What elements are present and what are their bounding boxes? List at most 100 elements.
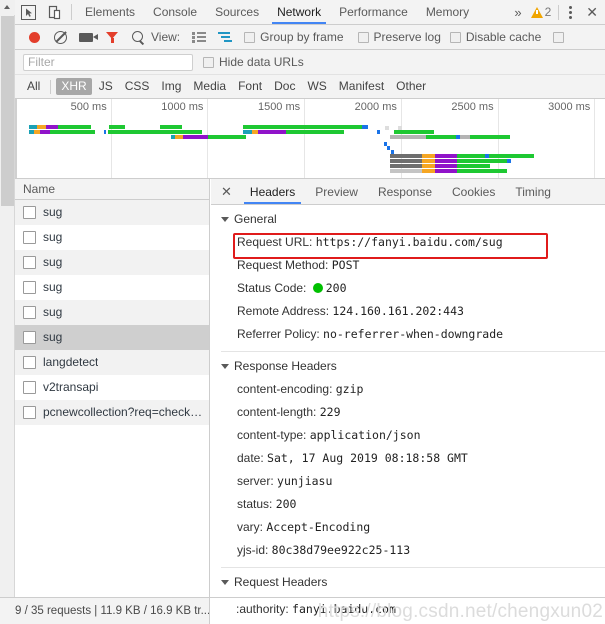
general-section-title: General xyxy=(234,212,277,226)
group-by-frame-checkbox[interactable] xyxy=(244,31,256,43)
search-icon[interactable] xyxy=(125,25,151,49)
tab-memory[interactable]: Memory xyxy=(417,0,478,24)
preserve-log-option[interactable]: Preserve log xyxy=(357,30,441,44)
devtools-tabbar: Elements Console Sources Network Perform… xyxy=(15,0,605,25)
filter-icon[interactable] xyxy=(99,25,125,49)
collapse-triangle-icon[interactable] xyxy=(221,363,229,369)
overview-bar xyxy=(390,164,422,168)
overview-bar xyxy=(183,135,208,139)
request-row[interactable]: sug xyxy=(15,300,209,325)
request-row-icon xyxy=(23,405,36,419)
overview-bar xyxy=(390,159,422,163)
header-value: application/json xyxy=(309,428,421,442)
disable-cache-checkbox[interactable] xyxy=(449,31,461,43)
tab-cookies[interactable]: Cookies xyxy=(442,179,505,204)
tab-console[interactable]: Console xyxy=(144,0,206,24)
request-row[interactable]: langdetect xyxy=(15,350,209,375)
tab-timing[interactable]: Timing xyxy=(505,179,561,204)
response-headers-section-header[interactable]: Response Headers xyxy=(211,352,605,378)
type-filter-all[interactable]: All xyxy=(22,78,45,95)
request-row-icon xyxy=(23,305,36,319)
group-by-frame-option[interactable]: Group by frame xyxy=(244,30,344,44)
network-toolbar: View: Group by frame Preserve log Disabl… xyxy=(15,25,605,50)
overview-bar xyxy=(507,159,511,163)
type-filter-js[interactable]: JS xyxy=(94,78,118,95)
view-label: View: xyxy=(151,30,181,44)
overview-bar xyxy=(362,125,368,129)
tab-network[interactable]: Network xyxy=(268,0,330,24)
type-filter-font[interactable]: Font xyxy=(233,78,267,95)
header-value: yunjiasu xyxy=(277,474,333,488)
authority-value: fanyi.baidu.com xyxy=(292,601,396,616)
warning-count: 2 xyxy=(544,5,552,19)
device-toolbar-icon[interactable] xyxy=(41,0,67,24)
type-filter-css[interactable]: CSS xyxy=(120,78,155,95)
disable-cache-option[interactable]: Disable cache xyxy=(449,30,541,44)
request-row[interactable]: pcnewcollection?req=check&fa... xyxy=(15,400,209,425)
request-row-icon xyxy=(23,205,36,219)
clear-button[interactable] xyxy=(47,25,73,49)
collapse-triangle-icon[interactable] xyxy=(221,579,229,585)
scroll-up-arrow-icon[interactable] xyxy=(0,0,15,15)
tab-preview[interactable]: Preview xyxy=(305,179,368,204)
network-overview-timeline[interactable]: 500 ms 1000 ms 1500 ms 2000 ms 2500 ms 3000 m… xyxy=(15,99,605,179)
offline-checkbox[interactable] xyxy=(553,31,565,43)
overview-bar xyxy=(422,154,435,158)
waterfall-view-icon[interactable] xyxy=(212,25,238,49)
preserve-log-label: Preserve log xyxy=(373,30,441,44)
status-bar-right: :authority: fanyi.baidu.com https://blog… xyxy=(210,597,605,624)
request-row-icon xyxy=(23,255,36,269)
close-devtools-icon[interactable]: ✕ xyxy=(579,5,605,19)
capture-screenshots-icon[interactable] xyxy=(73,25,99,49)
general-row: Request URL: https://fanyi.baidu.com/sug xyxy=(211,231,605,254)
request-headers-section-header[interactable]: Request Headers xyxy=(211,568,605,594)
list-view-icon[interactable] xyxy=(186,25,212,49)
request-list-column-header[interactable]: Name xyxy=(15,179,209,200)
type-filter-xhr[interactable]: XHR xyxy=(56,78,92,95)
collapse-triangle-icon[interactable] xyxy=(221,216,229,222)
response-header-row: date: Sat, 17 Aug 2019 08:18:58 GMT xyxy=(211,447,605,470)
request-summary: 9 / 35 requests | 11.9 KB / 16.9 KB tr..… xyxy=(0,597,210,624)
request-row[interactable]: sug xyxy=(15,275,209,300)
type-filter-manifest[interactable]: Manifest xyxy=(334,78,389,95)
header-key: Request Method: xyxy=(237,258,332,272)
request-row[interactable]: sug xyxy=(15,325,209,350)
scrollbar-thumb[interactable] xyxy=(1,16,14,206)
header-key: Status Code: xyxy=(237,281,310,295)
record-button[interactable] xyxy=(21,25,47,49)
tab-headers[interactable]: Headers xyxy=(240,179,305,204)
request-name: v2transapi xyxy=(43,380,99,394)
filter-bar: Hide data URLs xyxy=(15,50,605,75)
more-options-icon[interactable] xyxy=(562,5,579,19)
hide-data-urls-label: Hide data URLs xyxy=(219,55,304,69)
type-filter-media[interactable]: Media xyxy=(188,78,231,95)
warning-indicator[interactable]: 2 xyxy=(527,5,556,19)
general-section-header[interactable]: General xyxy=(211,205,605,231)
filter-input[interactable] xyxy=(23,53,193,71)
type-filter-other[interactable]: Other xyxy=(391,78,431,95)
type-filter-doc[interactable]: Doc xyxy=(269,78,300,95)
close-detail-icon[interactable]: ✕ xyxy=(219,185,240,198)
tab-response[interactable]: Response xyxy=(368,179,442,204)
tab-performance[interactable]: Performance xyxy=(330,0,417,24)
hide-data-urls-checkbox[interactable] xyxy=(203,56,214,68)
preserve-log-checkbox[interactable] xyxy=(357,31,369,43)
hide-data-urls-option[interactable]: Hide data URLs xyxy=(203,55,304,69)
request-row[interactable]: v2transapi xyxy=(15,375,209,400)
overview-bar xyxy=(422,159,435,163)
tab-elements[interactable]: Elements xyxy=(76,0,144,24)
network-content: Name sug sug sug sug sug sug langdetect v2trans… xyxy=(15,179,605,623)
type-filter-img[interactable]: Img xyxy=(156,78,186,95)
overview-bar xyxy=(243,125,305,129)
page-scrollbar[interactable] xyxy=(0,0,15,624)
header-key: status: xyxy=(237,497,276,511)
inspect-cursor-icon[interactable] xyxy=(15,0,41,24)
type-filter-ws[interactable]: WS xyxy=(302,78,331,95)
request-row[interactable]: sug xyxy=(15,250,209,275)
header-value: 229 xyxy=(319,405,341,419)
request-row[interactable]: sug xyxy=(15,200,209,225)
general-row: Request Method: POST xyxy=(211,254,605,277)
tab-sources[interactable]: Sources xyxy=(206,0,268,24)
more-tabs-chevron-icon[interactable]: » xyxy=(509,5,526,20)
request-row[interactable]: sug xyxy=(15,225,209,250)
